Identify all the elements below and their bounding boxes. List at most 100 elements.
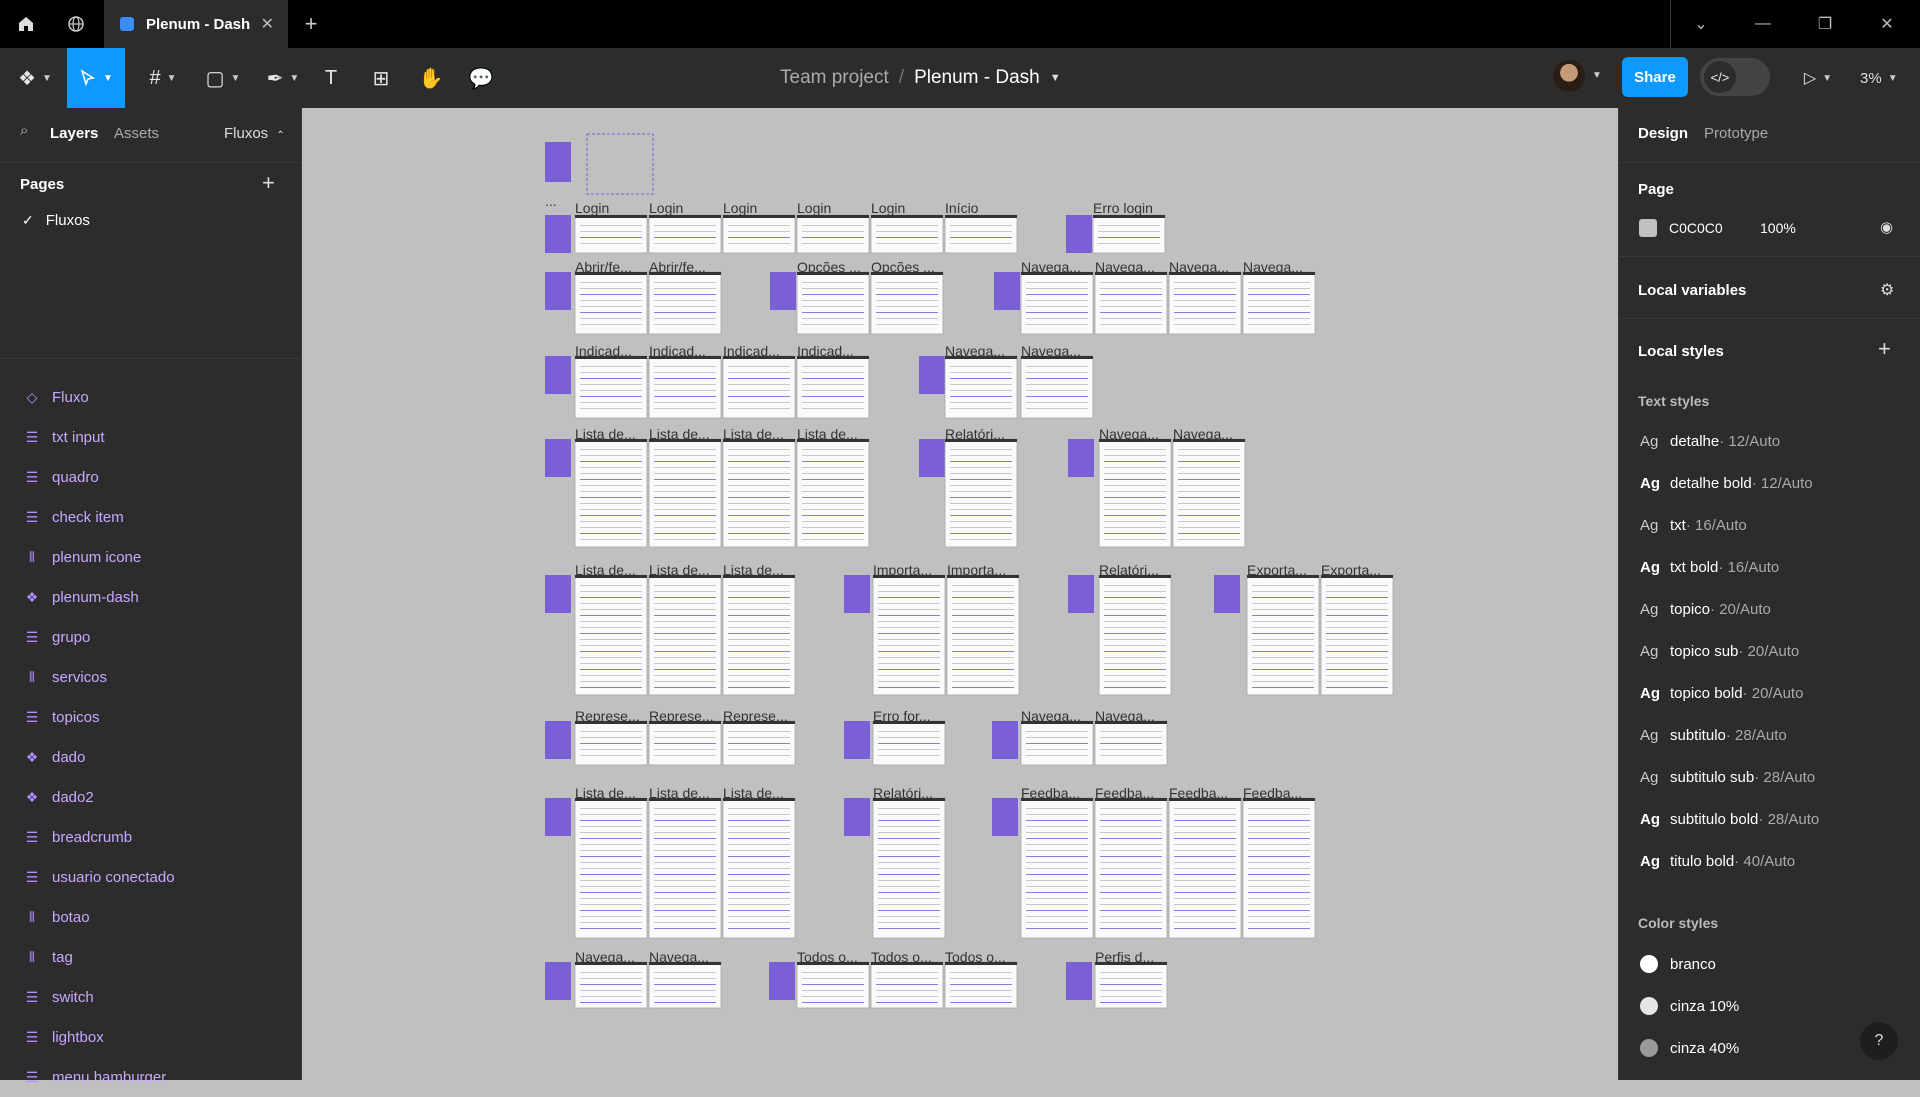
canvas-frame[interactable]	[796, 271, 870, 335]
frame-label[interactable]: Abrir/fe...	[649, 259, 706, 275]
flow-label-block[interactable]	[992, 798, 1018, 836]
canvas-frame[interactable]	[1092, 214, 1166, 254]
layer-item[interactable]: ⦀ servicos	[0, 657, 300, 697]
canvas-frame[interactable]	[1020, 355, 1094, 419]
canvas-frame[interactable]	[722, 355, 796, 419]
flow-label-block[interactable]	[1066, 962, 1092, 1000]
flow-label-block[interactable]	[545, 798, 571, 836]
canvas-frame[interactable]	[870, 271, 944, 335]
frame-label[interactable]: Indicad...	[797, 343, 854, 359]
frame-label[interactable]: Indicad...	[723, 343, 780, 359]
canvas-frame[interactable]	[648, 271, 722, 335]
frame-label[interactable]: Feedba...	[1243, 785, 1302, 801]
layer-item[interactable]: ☰ usuario conectado	[0, 857, 300, 897]
canvas-frame[interactable]	[944, 438, 1018, 548]
page-opacity-value[interactable]: 100%	[1760, 220, 1796, 236]
eye-icon[interactable]: ◉	[1880, 218, 1893, 236]
frame-label[interactable]: Login	[575, 200, 609, 216]
frame-label[interactable]: Início	[945, 200, 979, 216]
flow-label-block[interactable]	[770, 272, 796, 310]
frame-label[interactable]: Navega...	[1169, 259, 1229, 275]
text-style-item[interactable]: Ag detalhe bold · 12/Auto	[1640, 463, 1813, 503]
breadcrumb-team[interactable]: Team project	[780, 67, 889, 89]
canvas-frame[interactable]	[1242, 797, 1316, 939]
text-style-item[interactable]: Ag topico bold · 20/Auto	[1640, 673, 1803, 713]
frame-label[interactable]: Erro login	[1093, 200, 1153, 216]
layer-item[interactable]: ⦀ tag	[0, 937, 300, 977]
frame-label[interactable]: Lista de...	[575, 562, 636, 578]
frame-label[interactable]: Represe...	[723, 708, 788, 724]
canvas-frame[interactable]	[722, 720, 796, 766]
flow-label-block[interactable]	[545, 439, 571, 477]
frame-label[interactable]: Feedba...	[1095, 785, 1154, 801]
frame-label[interactable]: Lista de...	[649, 785, 710, 801]
frame-label[interactable]: Navega...	[1099, 426, 1159, 442]
frame-label[interactable]: Lista de...	[723, 562, 784, 578]
frame-label[interactable]: Navega...	[945, 343, 1005, 359]
canvas-frame[interactable]	[870, 961, 944, 1009]
tab-design[interactable]: Design	[1638, 125, 1688, 142]
canvas-frame[interactable]	[722, 438, 796, 548]
canvas-frame[interactable]	[796, 438, 870, 548]
canvas-frame[interactable]	[648, 214, 722, 254]
canvas-frame[interactable]	[944, 961, 1018, 1009]
present-button[interactable]: ▷ ▼	[1795, 48, 1841, 108]
layer-item[interactable]: ⦀ botao	[0, 897, 300, 937]
canvas-frame[interactable]	[1020, 797, 1094, 939]
canvas-frame[interactable]	[648, 574, 722, 696]
layer-item[interactable]: ☰ breadcrumb	[0, 817, 300, 857]
layer-item[interactable]: ☰ menu hamburger	[0, 1057, 300, 1097]
canvas-frame[interactable]	[574, 961, 648, 1009]
frame-label[interactable]: Lista de...	[575, 426, 636, 442]
frame-label[interactable]: Lista de...	[797, 426, 858, 442]
canvas[interactable]: Login Login Login Login Login Início Erro logi…	[302, 108, 1618, 1080]
canvas-frame[interactable]	[946, 574, 1020, 696]
canvas-frame[interactable]	[796, 961, 870, 1009]
canvas-frame[interactable]	[1168, 271, 1242, 335]
canvas-frame[interactable]	[648, 720, 722, 766]
page-switcher[interactable]: Fluxos ⌃	[224, 125, 285, 142]
main-menu-button[interactable]: ❖ ▼	[12, 48, 58, 108]
frame-label[interactable]: Relatóri...	[1099, 562, 1159, 578]
layer-item[interactable]: ❖ dado2	[0, 777, 300, 817]
frame-tool-button[interactable]: # ▼	[140, 48, 186, 108]
canvas-frame[interactable]	[574, 438, 648, 548]
frame-label[interactable]: Indicad...	[649, 343, 706, 359]
canvas-frame[interactable]	[1020, 271, 1094, 335]
text-style-item[interactable]: Ag subtitulo bold · 28/Auto	[1640, 799, 1819, 839]
flow-label-block[interactable]	[1066, 215, 1092, 253]
color-style-item[interactable]: cinza 40%	[1640, 1028, 1739, 1068]
home-icon[interactable]	[2, 0, 50, 48]
frame-label[interactable]: Feedba...	[1169, 785, 1228, 801]
canvas-frame[interactable]	[574, 271, 648, 335]
text-tool-button[interactable]: T	[316, 48, 346, 108]
canvas-frame[interactable]	[722, 574, 796, 696]
close-window-icon[interactable]: ✕	[1856, 0, 1918, 48]
frame-label[interactable]: Navega...	[575, 949, 635, 965]
frame-label[interactable]: Login	[871, 200, 905, 216]
color-style-item[interactable]: cinza 10%	[1640, 986, 1739, 1026]
canvas-frame[interactable]	[648, 797, 722, 939]
canvas-frame[interactable]	[1020, 720, 1094, 766]
frame-label[interactable]: ...	[545, 193, 557, 209]
canvas-frame[interactable]	[722, 797, 796, 939]
breadcrumb-file[interactable]: Plenum - Dash	[914, 67, 1040, 89]
canvas-frame[interactable]	[1246, 574, 1320, 696]
layer-item[interactable]: ◇ Fluxo	[0, 377, 300, 417]
text-style-item[interactable]: Ag subtitulo sub · 28/Auto	[1640, 757, 1815, 797]
frame-label[interactable]: Abrir/fe...	[575, 259, 632, 275]
text-style-item[interactable]: Ag detalhe · 12/Auto	[1640, 421, 1780, 461]
frame-label[interactable]: Navega...	[1095, 708, 1155, 724]
frame-label[interactable]: Lista de...	[649, 562, 710, 578]
frame-label[interactable]: Importa...	[947, 562, 1006, 578]
frame-label[interactable]: Lista de...	[723, 426, 784, 442]
tab-prototype[interactable]: Prototype	[1704, 125, 1768, 142]
canvas-frame[interactable]	[1094, 720, 1168, 766]
text-style-item[interactable]: Ag txt bold · 16/Auto	[1640, 547, 1779, 587]
local-variables-title[interactable]: Local variables	[1638, 282, 1746, 299]
resources-button[interactable]: ⊞	[366, 48, 396, 108]
minimize-icon[interactable]: —	[1732, 0, 1794, 48]
frame-label[interactable]: Navega...	[1021, 343, 1081, 359]
tab-plenum-dash[interactable]: Plenum - Dash ✕	[104, 0, 288, 48]
canvas-frame[interactable]	[1320, 574, 1394, 696]
